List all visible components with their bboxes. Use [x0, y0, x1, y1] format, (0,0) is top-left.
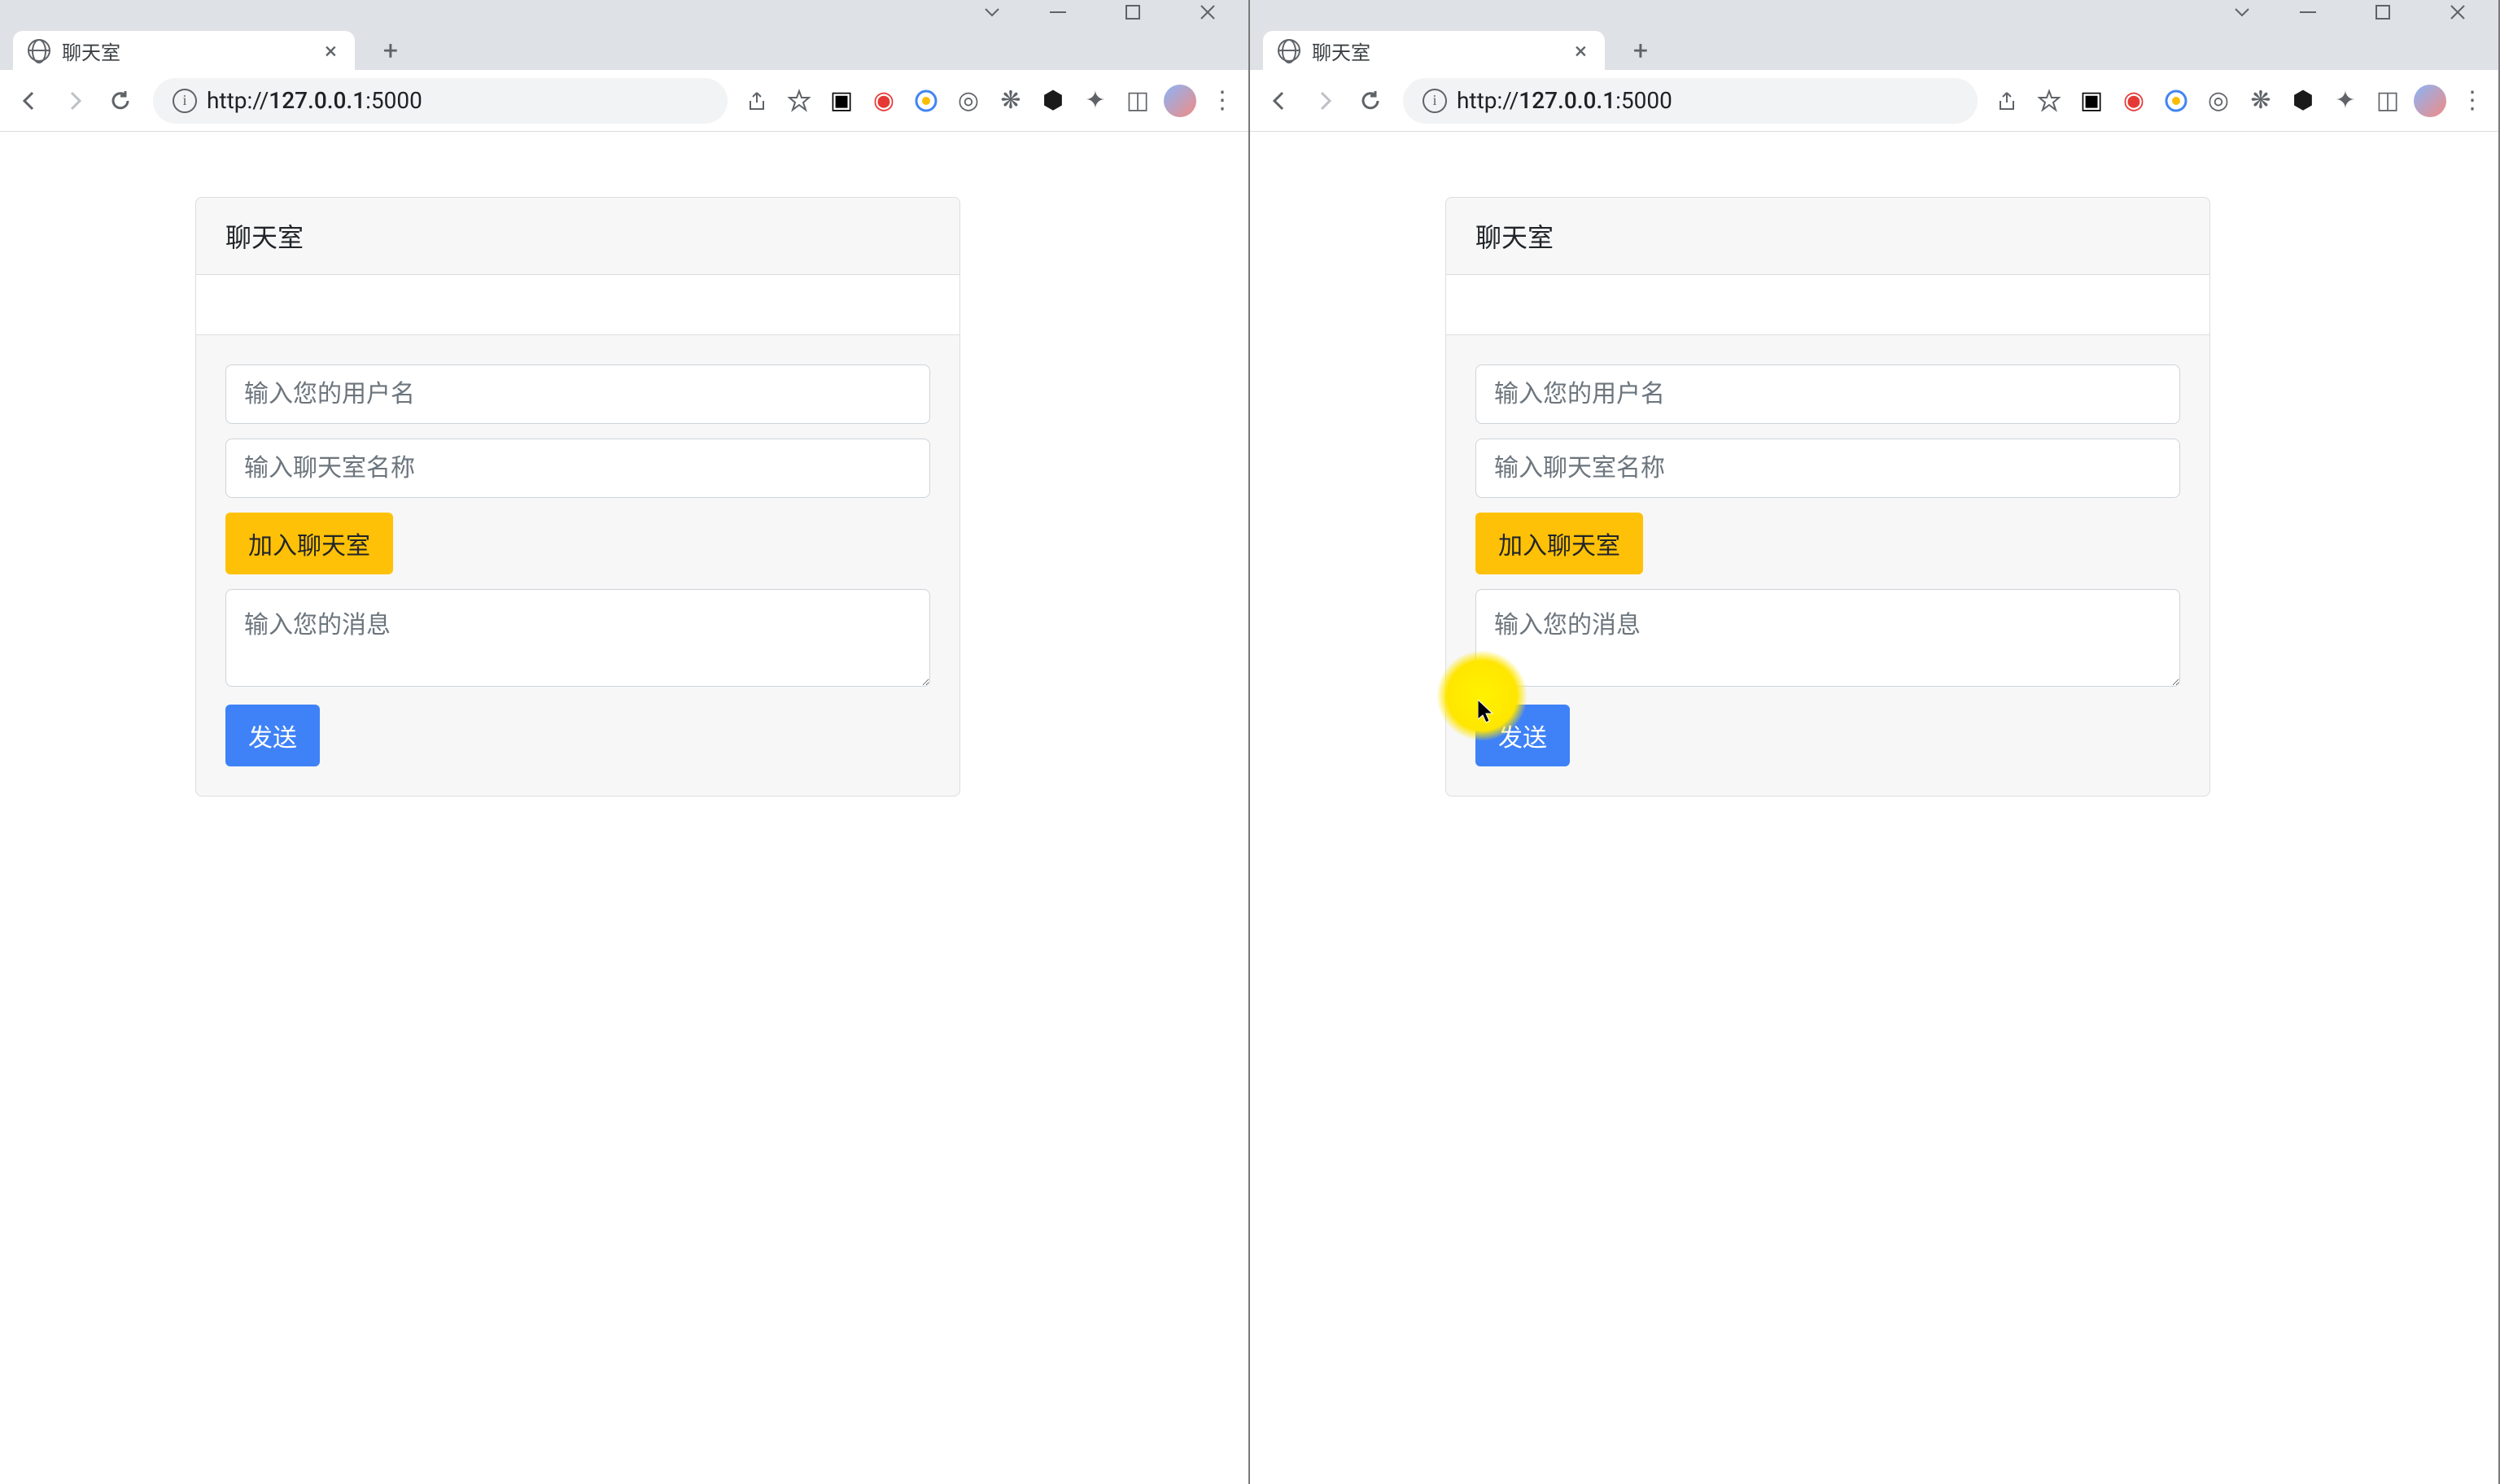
send-button[interactable]: 发送	[225, 705, 320, 766]
username-input[interactable]	[1475, 364, 2180, 424]
tab-strip: 聊天室 × +	[0, 24, 1248, 70]
maximize-button[interactable]	[1095, 0, 1170, 24]
messages-area	[1446, 275, 2209, 335]
extension-icon-5[interactable]: ❋	[2244, 85, 2277, 117]
browser-tab[interactable]: 聊天室 ×	[13, 31, 355, 70]
bookmark-star-icon[interactable]	[783, 85, 815, 117]
browser-toolbar: i http://127.0.0.1:5000 ▣ ◉ ◎ ❋ ⬢ ✦ ◫ ⋮	[0, 70, 1248, 132]
browser-tab[interactable]: 聊天室 ×	[1263, 31, 1605, 70]
reload-button[interactable]	[101, 81, 140, 120]
close-button[interactable]	[1170, 0, 1245, 24]
new-tab-button[interactable]: +	[1621, 31, 1660, 70]
bookmark-star-icon[interactable]	[2033, 85, 2065, 117]
card-body: 加入聊天室 发送	[1446, 335, 2209, 796]
card-title: 聊天室	[1446, 198, 2209, 275]
close-button[interactable]	[2420, 0, 2495, 24]
url-text: http://127.0.0.1:5000	[1457, 87, 1672, 114]
card-body: 加入聊天室 发送	[196, 335, 959, 796]
share-icon[interactable]	[741, 85, 773, 117]
extension-icon-1[interactable]: ▣	[2075, 85, 2108, 117]
extension-icon-2[interactable]: ◉	[868, 85, 900, 117]
side-panel-icon[interactable]: ◫	[1121, 85, 1154, 117]
extensions-puzzle-icon[interactable]: ✦	[1079, 85, 1112, 117]
site-info-icon[interactable]: i	[173, 89, 197, 113]
extension-icon-6[interactable]: ⬢	[2287, 85, 2319, 117]
globe-icon	[28, 39, 50, 62]
tab-search-icon[interactable]	[2214, 0, 2271, 24]
share-icon[interactable]	[1991, 85, 2023, 117]
roomname-input[interactable]	[225, 439, 930, 498]
address-bar[interactable]: i http://127.0.0.1:5000	[1403, 78, 1978, 124]
extension-icon-3[interactable]	[910, 85, 942, 117]
globe-icon	[1278, 39, 1300, 62]
titlebar	[1250, 0, 2498, 24]
back-button[interactable]	[10, 81, 49, 120]
chat-card: 聊天室 加入聊天室 发送	[1445, 197, 2210, 797]
profile-avatar[interactable]	[1164, 85, 1196, 117]
browser-toolbar: i http://127.0.0.1:5000 ▣ ◉ ◎ ❋ ⬢ ✦ ◫ ⋮	[1250, 70, 2498, 132]
forward-button[interactable]	[55, 81, 94, 120]
browser-window-right: 聊天室 × + i http://127.0.0.1:5000	[1250, 0, 2500, 1484]
tab-title: 聊天室	[1312, 37, 1560, 65]
page-content: 聊天室 加入聊天室 发送	[0, 132, 1248, 1484]
minimize-button[interactable]	[1021, 0, 1095, 24]
minimize-button[interactable]	[2271, 0, 2345, 24]
send-button[interactable]: 发送	[1475, 705, 1570, 766]
roomname-input[interactable]	[1475, 439, 2180, 498]
forward-button[interactable]	[1305, 81, 1344, 120]
extension-icon-4[interactable]: ◎	[2202, 85, 2235, 117]
page-content: 聊天室 加入聊天室 发送	[1250, 132, 2498, 1484]
site-info-icon[interactable]: i	[1423, 89, 1447, 113]
menu-icon[interactable]: ⋮	[2456, 85, 2489, 117]
extension-icon-3[interactable]	[2160, 85, 2192, 117]
messages-area	[196, 275, 959, 335]
extension-icon-6[interactable]: ⬢	[1037, 85, 1069, 117]
side-panel-icon[interactable]: ◫	[2371, 85, 2404, 117]
join-room-button[interactable]: 加入聊天室	[225, 513, 393, 574]
profile-avatar[interactable]	[2414, 85, 2446, 117]
message-input[interactable]	[225, 589, 930, 687]
message-input[interactable]	[1475, 589, 2180, 687]
tab-strip: 聊天室 × +	[1250, 24, 2498, 70]
tab-title: 聊天室	[62, 37, 310, 65]
chat-card: 聊天室 加入聊天室 发送	[195, 197, 960, 797]
extension-icon-2[interactable]: ◉	[2118, 85, 2150, 117]
close-tab-icon[interactable]: ×	[321, 37, 340, 64]
extension-icon-5[interactable]: ❋	[994, 85, 1027, 117]
address-bar[interactable]: i http://127.0.0.1:5000	[153, 78, 728, 124]
username-input[interactable]	[225, 364, 930, 424]
menu-icon[interactable]: ⋮	[1206, 85, 1239, 117]
join-room-button[interactable]: 加入聊天室	[1475, 513, 1643, 574]
back-button[interactable]	[1260, 81, 1299, 120]
extension-icon-4[interactable]: ◎	[952, 85, 985, 117]
close-tab-icon[interactable]: ×	[1571, 37, 1590, 64]
card-title: 聊天室	[196, 198, 959, 275]
url-text: http://127.0.0.1:5000	[207, 87, 422, 114]
titlebar	[0, 0, 1248, 24]
browser-window-left: 聊天室 × + i http://127.0.0.1:5000	[0, 0, 1250, 1484]
tab-search-icon[interactable]	[964, 0, 1021, 24]
extensions-puzzle-icon[interactable]: ✦	[2329, 85, 2362, 117]
maximize-button[interactable]	[2345, 0, 2420, 24]
new-tab-button[interactable]: +	[371, 31, 410, 70]
reload-button[interactable]	[1351, 81, 1390, 120]
extension-icon-1[interactable]: ▣	[825, 85, 858, 117]
